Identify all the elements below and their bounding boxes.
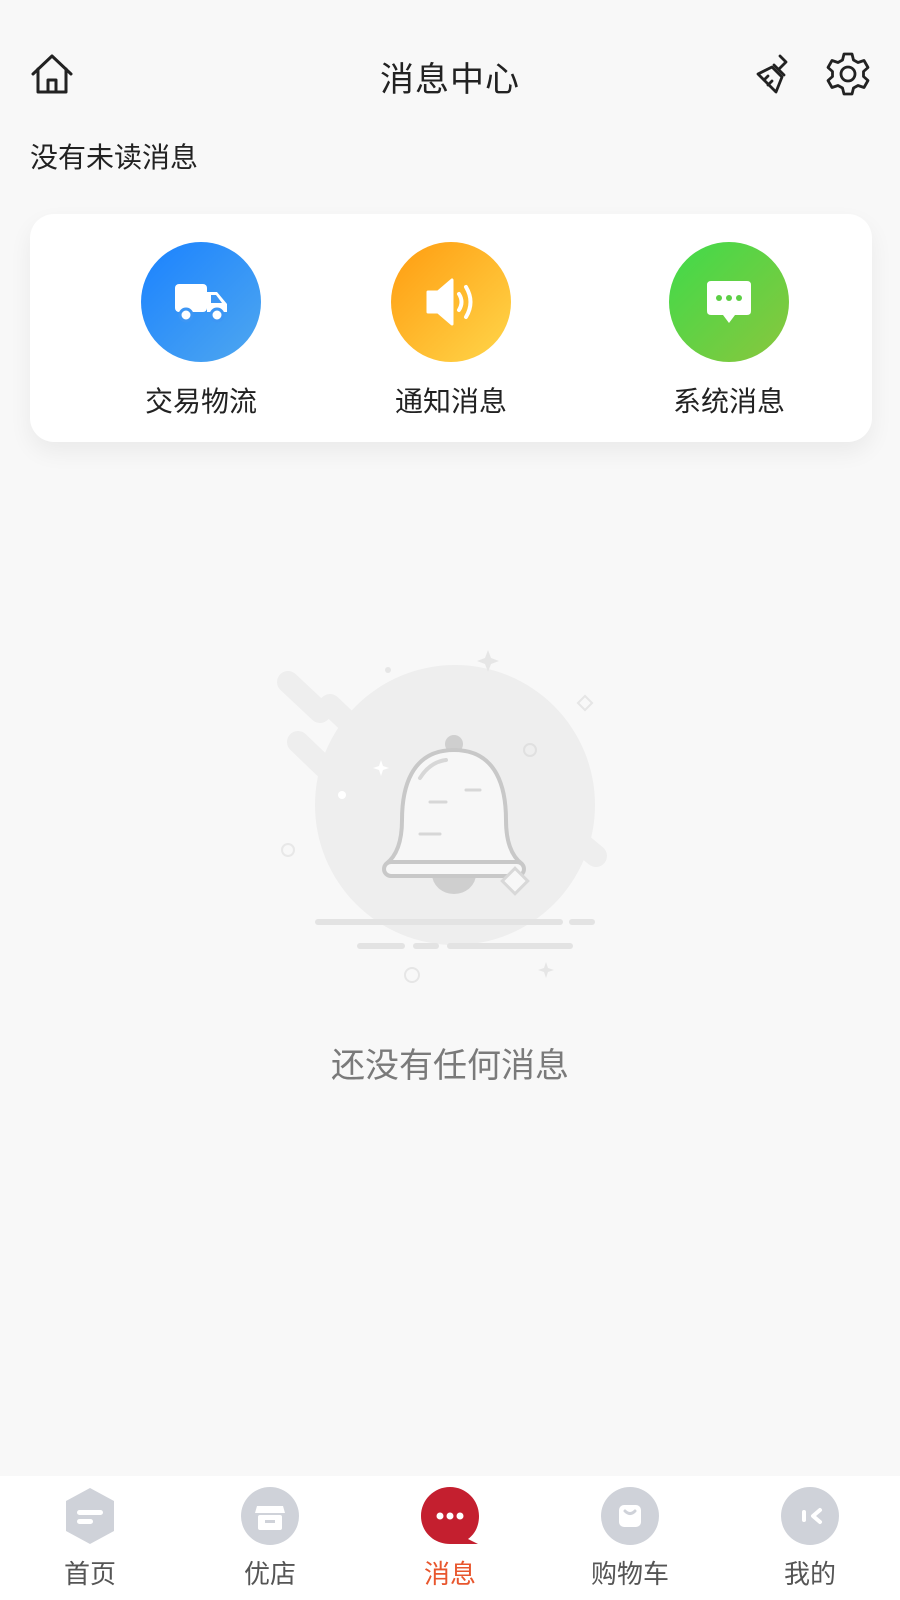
category-trade-logistics[interactable]: 交易物流 — [101, 242, 301, 420]
nav-item-shop[interactable]: 优店 — [180, 1476, 360, 1600]
chat-bubble-icon — [707, 281, 751, 323]
header: 消息中心 没有未读消息 — [0, 0, 900, 174]
nav-label: 消息 — [423, 1560, 476, 1590]
gear-icon — [826, 52, 870, 96]
profile-icon — [780, 1486, 840, 1546]
empty-state-text: 还没有任何消息 — [331, 1046, 569, 1086]
empty-state-illustration — [270, 650, 630, 1010]
home-tab-icon — [60, 1486, 120, 1546]
message-categories-card: 交易物流 通知消息 系统消息 — [30, 214, 872, 442]
nav-label: 优店 — [243, 1560, 296, 1590]
notifications-circle — [391, 242, 511, 362]
message-icon — [420, 1486, 480, 1546]
broom-icon — [756, 54, 788, 94]
unread-status-label: 没有未读消息 — [30, 141, 199, 174]
category-label: 系统消息 — [672, 385, 785, 418]
bottom-nav: 首页 优店 消息 购物车 我的 — [0, 1476, 900, 1600]
shop-icon — [240, 1486, 300, 1546]
nav-label: 首页 — [63, 1560, 116, 1590]
nav-item-messages[interactable]: 消息 — [360, 1476, 540, 1600]
category-system-messages[interactable]: 系统消息 — [629, 242, 829, 420]
category-label: 通知消息 — [394, 385, 507, 418]
trade-logistics-circle — [141, 242, 261, 362]
nav-label: 我的 — [783, 1560, 836, 1590]
nav-item-home[interactable]: 首页 — [0, 1476, 180, 1600]
settings-button[interactable] — [820, 46, 876, 102]
message-center-screen: 消息中心 没有未读消息 交易物流 通知消息 系统消息 还没有任何消息 首页 优店… — [0, 0, 900, 1600]
system-messages-circle — [669, 242, 789, 362]
nav-item-cart[interactable]: 购物车 — [540, 1476, 720, 1600]
nav-label: 购物车 — [590, 1560, 669, 1590]
truck-icon — [175, 284, 227, 323]
bell-icon — [277, 650, 607, 983]
speaker-icon — [426, 278, 473, 326]
cart-icon — [600, 1486, 660, 1546]
category-label: 交易物流 — [144, 385, 257, 418]
clear-messages-button[interactable] — [748, 46, 804, 102]
nav-item-profile[interactable]: 我的 — [720, 1476, 900, 1600]
category-notifications[interactable]: 通知消息 — [351, 242, 551, 420]
